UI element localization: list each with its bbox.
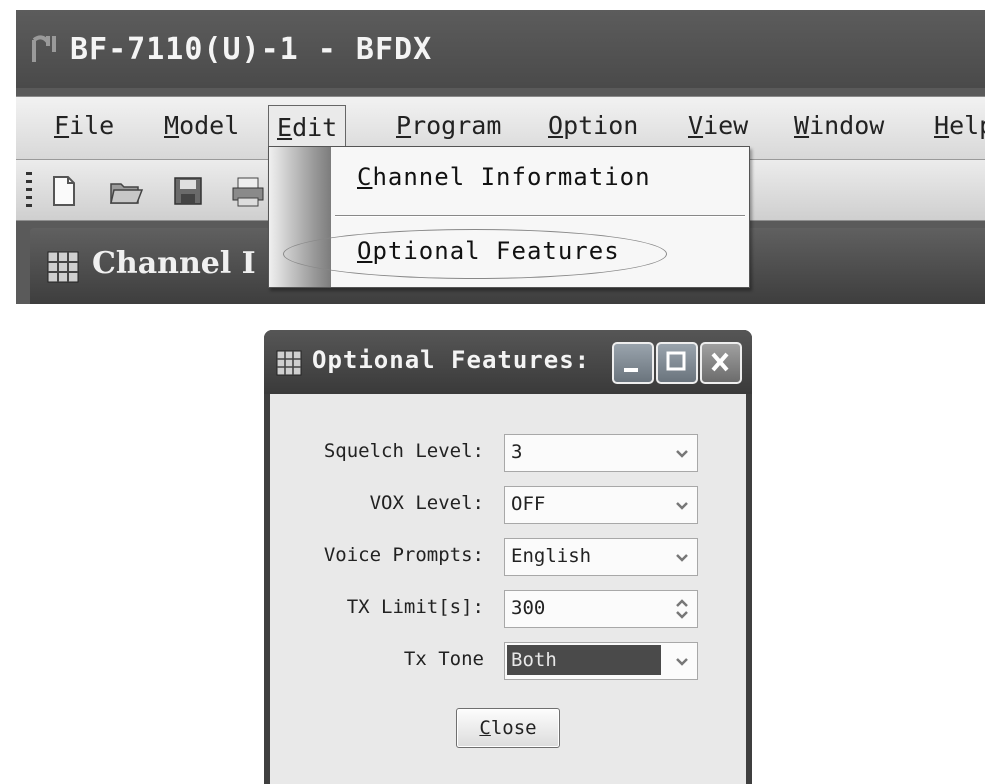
dialog-title: Optional Features: xyxy=(312,346,591,374)
menu-program[interactable]: Program xyxy=(388,109,509,143)
optional-features-mnemonic: O xyxy=(357,237,373,265)
menu-model-mnemonic: M xyxy=(164,111,180,140)
spin-updown-icon[interactable] xyxy=(667,591,697,627)
grid-document-icon xyxy=(276,350,302,376)
menu-edit-rest: dit xyxy=(292,113,338,142)
print-icon[interactable] xyxy=(230,174,266,208)
new-file-icon[interactable] xyxy=(46,174,82,208)
menu-file[interactable]: File xyxy=(46,109,122,143)
open-folder-icon[interactable] xyxy=(108,174,144,208)
close-button[interactable]: Close xyxy=(456,708,560,748)
maximize-button[interactable] xyxy=(656,342,698,384)
squelch-level-dropdown[interactable]: 3 xyxy=(504,434,698,472)
menu-option-mnemonic: O xyxy=(548,111,564,140)
menu-option[interactable]: Option xyxy=(540,109,646,143)
toolbar-grip[interactable] xyxy=(26,172,32,208)
channel-information-mnemonic: C xyxy=(357,163,373,191)
optional-features-dialog: Optional Features: Squelch Level: 3 VOX … xyxy=(264,330,752,784)
menu-view-mnemonic: V xyxy=(688,111,704,140)
menu-help-rest: elp xyxy=(949,111,985,140)
tx-limit-spinbox[interactable]: 300 xyxy=(504,590,698,628)
chevron-down-icon[interactable] xyxy=(667,539,697,575)
chevron-down-icon[interactable] xyxy=(667,643,697,679)
squelch-level-label: Squelch Level: xyxy=(323,440,484,462)
menu-item-channel-information[interactable]: Channel Information xyxy=(357,163,651,191)
menu-help[interactable]: Help xyxy=(926,109,985,143)
save-icon[interactable] xyxy=(170,174,206,208)
grid-document-icon xyxy=(46,250,80,284)
menu-window-mnemonic: W xyxy=(794,111,810,140)
edit-dropdown-menu: Channel Information Optional Features xyxy=(268,146,750,288)
minimize-button[interactable] xyxy=(612,342,654,384)
channel-information-rest: hannel Information xyxy=(372,163,651,191)
vox-level-label: VOX Level: xyxy=(369,492,484,514)
menu-program-mnemonic: P xyxy=(396,111,412,140)
menu-file-mnemonic: F xyxy=(54,111,70,140)
voice-prompts-dropdown[interactable]: English xyxy=(504,538,698,576)
close-window-button[interactable] xyxy=(700,342,742,384)
tx-limit-value: 300 xyxy=(511,597,546,619)
dialog-body: Squelch Level: 3 VOX Level: OFF Voice Pr… xyxy=(270,394,746,784)
close-rest: lose xyxy=(490,717,537,739)
menu-option-rest: ption xyxy=(563,111,639,140)
menu-program-rest: rogram xyxy=(411,111,502,140)
vox-level-dropdown[interactable]: OFF xyxy=(504,486,698,524)
app-logo-icon xyxy=(28,32,62,66)
menu-icon-strip xyxy=(269,147,331,287)
menu-view-rest: iew xyxy=(703,111,749,140)
close-mnemonic: C xyxy=(479,717,491,739)
window-title: BF-7110(U)-1 - BFDX xyxy=(70,31,433,67)
menu-window[interactable]: Window xyxy=(786,109,892,143)
voice-prompts-label: Voice Prompts: xyxy=(323,544,484,566)
maximize-icon xyxy=(666,351,686,371)
menu-model[interactable]: Model xyxy=(156,109,247,143)
optional-features-rest: ptional Features xyxy=(372,237,620,265)
menu-item-optional-features[interactable]: Optional Features xyxy=(357,237,620,265)
close-icon xyxy=(711,352,729,372)
menu-model-rest: odel xyxy=(179,111,240,140)
chevron-down-icon[interactable] xyxy=(667,435,697,471)
voice-prompts-value: English xyxy=(511,545,592,567)
menu-edit-mnemonic: E xyxy=(277,113,293,142)
menu-window-rest: indow xyxy=(809,111,885,140)
title-bar: BF-7110(U)-1 - BFDX xyxy=(16,10,985,88)
dialog-title-bar[interactable]: Optional Features: xyxy=(264,330,752,394)
tx-tone-label: Tx Tone xyxy=(403,648,484,670)
menu-file-rest: ile xyxy=(69,111,115,140)
tx-tone-value: Both xyxy=(507,645,661,675)
document-title: Channel I xyxy=(92,246,256,281)
menu-help-mnemonic: H xyxy=(934,111,950,140)
tx-tone-dropdown[interactable]: Both xyxy=(504,642,698,680)
squelch-level-value: 3 xyxy=(511,441,523,463)
minimize-icon xyxy=(624,368,638,372)
tx-limit-label: TX Limit[s]: xyxy=(346,596,484,618)
chevron-down-icon[interactable] xyxy=(667,487,697,523)
vox-level-value: OFF xyxy=(511,493,546,515)
menu-separator xyxy=(335,215,745,217)
menu-view[interactable]: View xyxy=(680,109,756,143)
